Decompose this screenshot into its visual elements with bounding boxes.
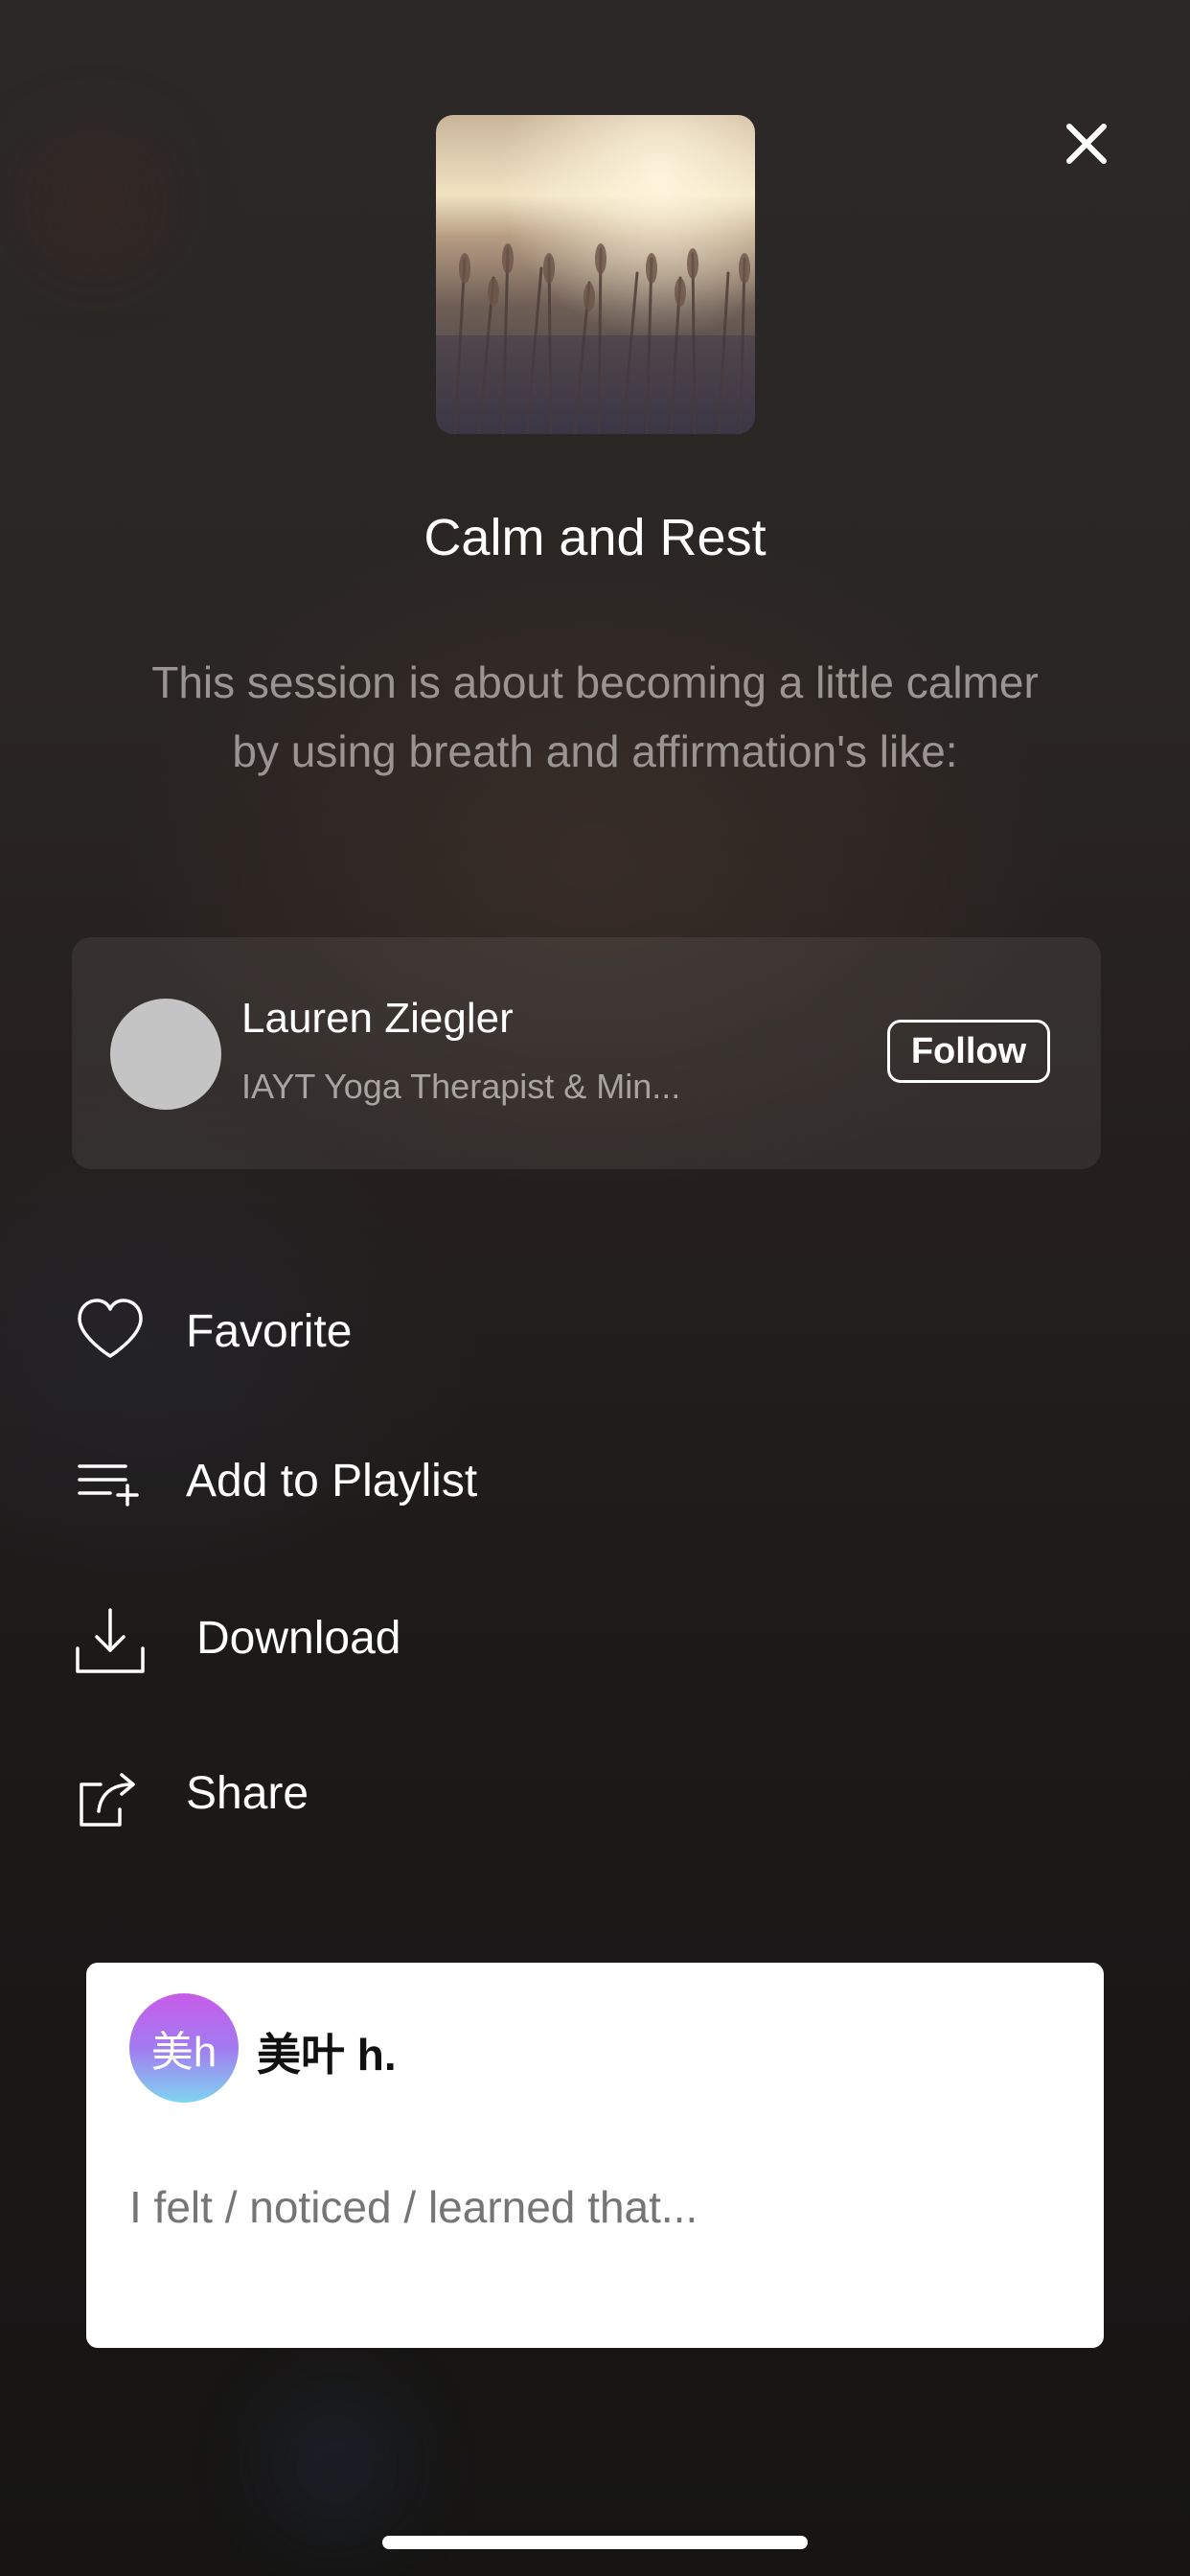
background-blur: [38, 144, 153, 259]
share-icon: [80, 1773, 135, 1827]
favorite-label: Favorite: [186, 1306, 353, 1357]
close-button[interactable]: [1056, 113, 1117, 174]
follow-button[interactable]: Follow: [887, 1020, 1050, 1083]
playlist-add-icon: [78, 1464, 139, 1506]
add-to-playlist-action[interactable]: Add to Playlist: [72, 1434, 1030, 1530]
reflection-input[interactable]: [129, 2174, 1049, 2241]
session-title: Calm and Rest: [423, 509, 767, 566]
favorite-action[interactable]: Favorite: [72, 1284, 1030, 1380]
share-label: Share: [186, 1768, 309, 1819]
share-action[interactable]: Share: [72, 1746, 1030, 1842]
session-artwork: [436, 115, 755, 434]
avatar: 美h: [129, 1993, 239, 2103]
download-label: Download: [196, 1613, 401, 1664]
author-card[interactable]: Lauren Ziegler IAYT Yoga Therapist & Min…: [72, 937, 1101, 1169]
download-icon: [76, 1608, 145, 1673]
session-detail-screen: Calm and Rest This session is about beco…: [0, 0, 1190, 2576]
reflection-card: 美h 美叶 h.: [86, 1963, 1104, 2348]
heart-icon: [78, 1299, 143, 1358]
home-indicator[interactable]: [382, 2536, 808, 2549]
session-description: This session is about becoming a little …: [151, 657, 1039, 776]
author-subtitle: IAYT Yoga Therapist & Min...: [241, 1067, 681, 1106]
author-avatar: [110, 999, 221, 1110]
author-name: Lauren Ziegler: [241, 995, 514, 1042]
background-blur: [268, 2396, 402, 2530]
add-to-playlist-label: Add to Playlist: [186, 1456, 478, 1506]
user-name: 美叶 h.: [257, 2030, 397, 2080]
close-icon: [1066, 124, 1107, 164]
download-action[interactable]: Download: [72, 1591, 1030, 1687]
wheat-field-photo: [436, 115, 755, 434]
